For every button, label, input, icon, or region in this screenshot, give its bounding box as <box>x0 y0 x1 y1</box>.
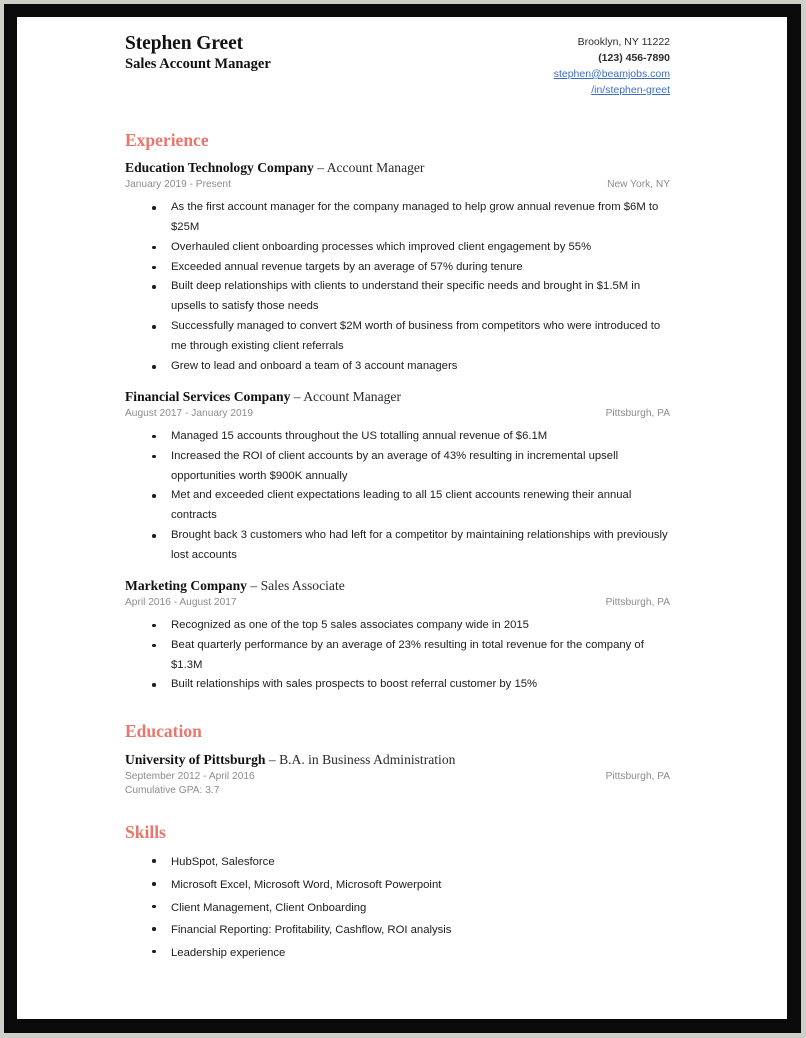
bullet-item: Grew to lead and onboard a team of 3 acc… <box>125 357 670 377</box>
entry-dates: April 2016 - August 2017 <box>125 597 237 608</box>
entry-degree: B.A. in Business Administration <box>279 751 456 767</box>
entry-organization: Education Technology Company <box>125 160 314 176</box>
entry-meta: September 2012 - April 2016 Pittsburgh, … <box>125 770 670 785</box>
bullet-item: Exceeded annual revenue targets by an av… <box>125 258 670 278</box>
entry-title: Financial Services Company – Account Man… <box>125 388 670 405</box>
entry-meta: January 2019 - Present New York, NY <box>125 178 670 193</box>
entry-organization: University of Pittsburgh <box>125 751 266 767</box>
entry-separator: – <box>313 160 327 176</box>
entry-organization: Marketing Company <box>125 577 247 593</box>
entry-location: Pittsburgh, PA <box>605 597 670 608</box>
entry-title: Marketing Company – Sales Associate <box>125 577 670 594</box>
entry-dates: August 2017 - January 2019 <box>125 407 254 419</box>
job-title: Sales Account Manager <box>125 55 271 72</box>
section-experience: Experience Education Technology Company … <box>125 129 670 695</box>
name-block: Stephen Greet Sales Account Manager <box>125 31 271 73</box>
page-frame-outer: Stephen Greet Sales Account Manager Broo… <box>0 0 806 1038</box>
bullet-item: Increased the ROI of client accounts by … <box>125 447 670 487</box>
section-education: Education University of Pittsburgh – B.A… <box>125 722 670 799</box>
resume-content: Stephen Greet Sales Account Manager Broo… <box>125 31 670 966</box>
bullet-item: Built relationships with sales prospects… <box>125 675 670 695</box>
entry-location: Pittsburgh, PA <box>605 407 670 419</box>
entry-organization: Financial Services Company <box>125 388 291 404</box>
skills-list: HubSpot, Salesforce Microsoft Excel, Mic… <box>125 851 670 964</box>
contact-phone: (123) 456-7890 <box>598 51 670 64</box>
entry-dates: September 2012 - April 2016 <box>125 770 255 782</box>
section-heading-education: Education <box>125 721 202 742</box>
skill-item: HubSpot, Salesforce <box>125 851 670 874</box>
contact-email-link[interactable]: stephen@beamjobs.com <box>554 67 670 83</box>
full-name: Stephen Greet <box>125 33 244 54</box>
experience-entry: Financial Services Company – Account Man… <box>125 388 670 566</box>
entry-meta: April 2016 - August 2017 Pittsburgh, PA <box>125 596 670 611</box>
entry-location: Pittsburgh, PA <box>605 770 670 782</box>
entry-separator: – <box>290 388 304 404</box>
contact-block: Brooklyn, NY 11222 (123) 456-7890 stephe… <box>554 31 670 99</box>
entry-role: Sales Associate <box>260 577 345 593</box>
education-entry: University of Pittsburgh – B.A. in Busin… <box>125 751 670 800</box>
resume-header: Stephen Greet Sales Account Manager Broo… <box>125 31 670 99</box>
section-heading-experience: Experience <box>125 129 209 150</box>
entry-bullet-list: Recognized as one of the top 5 sales ass… <box>125 616 670 696</box>
skill-item: Client Management, Client Onboarding <box>125 897 670 920</box>
resume-page: Stephen Greet Sales Account Manager Broo… <box>17 17 787 1019</box>
entry-separator: – <box>246 577 261 593</box>
page-frame-border: Stephen Greet Sales Account Manager Broo… <box>4 4 801 1033</box>
entry-gpa: Cumulative GPA: 3.7 <box>125 785 220 797</box>
experience-entry: Education Technology Company – Account M… <box>125 159 670 377</box>
entry-title: University of Pittsburgh – B.A. in Busin… <box>125 751 670 768</box>
bullet-item: Brought back 3 customers who had left fo… <box>125 526 670 566</box>
bullet-item: Successfully managed to convert $2M wort… <box>125 317 670 357</box>
bullet-item: Managed 15 accounts throughout the US to… <box>125 427 670 447</box>
entry-location: New York, NY <box>607 179 670 191</box>
skill-item: Financial Reporting: Profitability, Cash… <box>125 919 670 942</box>
entry-bullet-list: Managed 15 accounts throughout the US to… <box>125 427 670 566</box>
entry-dates: January 2019 - Present <box>125 179 231 191</box>
bullet-item: Built deep relationships with clients to… <box>125 277 670 317</box>
contact-linkedin-link[interactable]: /in/stephen-greet <box>554 83 670 99</box>
bullet-item: As the first account manager for the com… <box>125 198 670 238</box>
section-skills: Skills HubSpot, Salesforce Microsoft Exc… <box>125 822 670 964</box>
entry-meta: August 2017 - January 2019 Pittsburgh, P… <box>125 407 670 422</box>
entry-title: Education Technology Company – Account M… <box>125 159 670 176</box>
entry-role: Account Manager <box>326 160 425 176</box>
bullet-item: Met and exceeded client expectations lea… <box>125 486 670 526</box>
entry-role: Account Manager <box>303 388 401 404</box>
entry-separator: – <box>265 751 280 767</box>
bullet-item: Overhauled client onboarding processes w… <box>125 238 670 258</box>
section-heading-skills: Skills <box>125 822 166 843</box>
skill-item: Microsoft Excel, Microsoft Word, Microso… <box>125 874 670 897</box>
skill-item: Leadership experience <box>125 942 670 965</box>
bullet-item: Recognized as one of the top 5 sales ass… <box>125 616 670 636</box>
experience-entry: Marketing Company – Sales Associate Apri… <box>125 577 670 695</box>
contact-location: Brooklyn, NY 11222 <box>577 36 670 48</box>
entry-bullet-list: As the first account manager for the com… <box>125 198 670 377</box>
bullet-item: Beat quarterly performance by an average… <box>125 636 670 676</box>
